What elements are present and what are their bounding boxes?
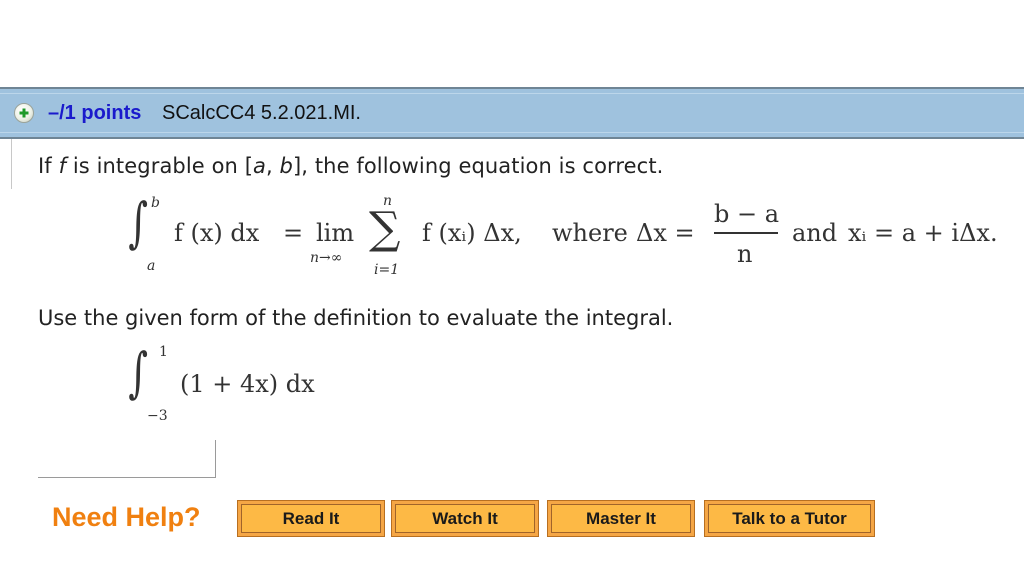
talk-to-tutor-button[interactable]: Talk to a Tutor [704,500,875,537]
integral-lower-limit: a [147,258,156,274]
and-word: and [792,219,838,247]
delta-x-lhs: Δx = [636,219,695,247]
limit-operator: lim [316,219,355,247]
integrand: (1 + 4x) dx [180,370,315,398]
sigma-sign: ∑ [369,203,401,254]
sum-lower-limit: i=1 [374,262,400,278]
integral-sign: ∫ [128,341,148,404]
question-header: –/1 points SCalcCC4 5.2.021.MI. [0,87,1024,139]
integral-upper-limit: 1 [159,344,168,360]
sum-upper-limit: n [383,193,393,209]
read-it-label: Read It [241,504,381,533]
master-it-button[interactable]: Master It [547,500,695,537]
question-id: SCalcCC4 5.2.021.MI. [162,102,361,124]
intro-text: ], the following equation is correct. [292,154,664,178]
intro-text: If [38,154,59,178]
limit-subscript: n→∞ [310,250,343,266]
watch-it-label: Watch It [395,504,535,533]
left-divider [11,139,12,189]
integrand: f (x) dx [174,219,260,247]
answer-input[interactable] [38,440,216,478]
integral-sign: ∫ [128,191,148,254]
expand-button[interactable] [14,103,34,123]
read-it-button[interactable]: Read It [237,500,385,537]
talk-to-tutor-label: Talk to a Tutor [708,504,871,533]
integral-upper-limit: b [151,195,160,211]
need-help-label: Need Help? [52,502,201,532]
intro-text: , [265,154,280,178]
fraction-numerator: b − a [714,200,780,228]
points-label: –/1 points [48,102,142,124]
integral-lower-limit: −3 [147,408,168,424]
summand: f (xᵢ) Δx, [422,219,522,247]
fraction-bar [714,232,778,234]
fraction-denominator: n [737,240,753,268]
instruction-text: Use the given form of the definition to … [38,306,674,330]
intro-var-b: b [279,154,293,178]
intro-text: is integrable on [ [66,154,254,178]
xi-definition: xᵢ = a + iΔx. [848,219,998,247]
intro-var-f: f [58,154,67,178]
equals-sign: = [283,219,304,247]
plus-circle-icon [19,108,29,118]
intro-var-a: a [253,154,266,178]
watch-it-button[interactable]: Watch It [391,500,539,537]
where-word: where [552,219,628,247]
problem-intro: If f is integrable on [a, b], the follow… [38,154,663,178]
master-it-label: Master It [551,504,691,533]
